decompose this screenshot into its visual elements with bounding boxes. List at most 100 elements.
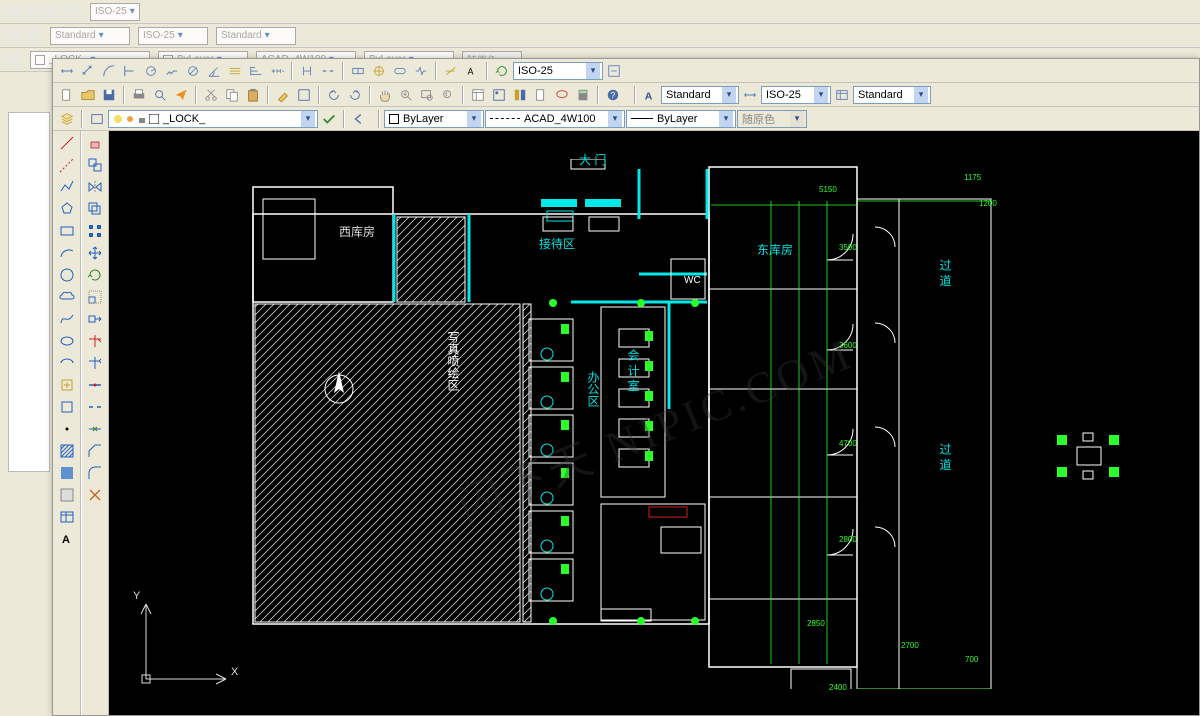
- insert-block-button[interactable]: [57, 375, 77, 395]
- chevron-down-icon[interactable]: ▾: [608, 111, 622, 127]
- dim-continue-button[interactable]: [267, 61, 287, 81]
- pan-button[interactable]: [375, 85, 395, 105]
- properties-button[interactable]: [468, 85, 488, 105]
- design-center-button[interactable]: [489, 85, 509, 105]
- dim-text-edit-button[interactable]: A: [462, 61, 482, 81]
- dim-ordinate-button[interactable]: [120, 61, 140, 81]
- explode-button[interactable]: [85, 485, 105, 505]
- dim-linear-button[interactable]: [57, 61, 77, 81]
- dim-style-dropdown-2[interactable]: ISO-25 ▾: [761, 86, 831, 104]
- spline-button[interactable]: [57, 309, 77, 329]
- polyline-button[interactable]: [57, 177, 77, 197]
- tool-palettes-button[interactable]: [510, 85, 530, 105]
- chevron-down-icon[interactable]: ▾: [467, 111, 481, 127]
- dim-baseline-button[interactable]: [246, 61, 266, 81]
- ellipse-arc-button[interactable]: [57, 353, 77, 373]
- hatch-button[interactable]: [57, 441, 77, 461]
- jogged-linear-button[interactable]: [411, 61, 431, 81]
- chevron-down-icon[interactable]: ▾: [719, 111, 733, 127]
- dim-aligned-button[interactable]: [78, 61, 98, 81]
- layer-manager-button[interactable]: [57, 109, 77, 129]
- dim-icon[interactable]: [740, 85, 760, 105]
- chamfer-button[interactable]: [85, 441, 105, 461]
- mtext-button[interactable]: A: [57, 529, 77, 549]
- table-style-button[interactable]: [832, 85, 852, 105]
- paste-button[interactable]: [243, 85, 263, 105]
- rectangle-button[interactable]: [57, 221, 77, 241]
- ellipse-button[interactable]: [57, 331, 77, 351]
- region-button[interactable]: [57, 485, 77, 505]
- join-button[interactable]: [85, 419, 105, 439]
- zoom-realtime-button[interactable]: [396, 85, 416, 105]
- make-current-button[interactable]: [319, 109, 339, 129]
- plotstyle-dropdown[interactable]: 随原色 ▾: [737, 110, 807, 128]
- linetype-dropdown[interactable]: ACAD_4W100 ▾: [485, 110, 625, 128]
- chevron-down-icon[interactable]: ▾: [586, 63, 600, 79]
- rotate-button[interactable]: [85, 265, 105, 285]
- copy-object-button[interactable]: [85, 155, 105, 175]
- arc-button[interactable]: [57, 243, 77, 263]
- publish-button[interactable]: [171, 85, 191, 105]
- erase-button[interactable]: [85, 133, 105, 153]
- zoom-previous-button[interactable]: [438, 85, 458, 105]
- stretch-button[interactable]: [85, 309, 105, 329]
- line-button[interactable]: [57, 133, 77, 153]
- polygon-button[interactable]: [57, 199, 77, 219]
- dim-space-button[interactable]: [297, 61, 317, 81]
- layer-dropdown[interactable]: _LOCK_ ▾: [108, 110, 318, 128]
- block-editor-button[interactable]: [294, 85, 314, 105]
- move-button[interactable]: [85, 243, 105, 263]
- table-button[interactable]: [57, 507, 77, 527]
- dim-style-dropdown[interactable]: ISO-25 ▾: [513, 62, 603, 80]
- drawing-canvas[interactable]: 接待区 西库房 大 门 东库房 WC 写真喷绘区 办公区 会 计 室 过 道 过…: [109, 131, 1199, 715]
- cut-button[interactable]: [201, 85, 221, 105]
- dim-jogged-button[interactable]: [162, 61, 182, 81]
- dim-diameter-button[interactable]: [183, 61, 203, 81]
- trim-button[interactable]: [85, 331, 105, 351]
- text-style-button[interactable]: A: [640, 85, 660, 105]
- dim-radius-button[interactable]: [141, 61, 161, 81]
- mirror-button[interactable]: [85, 177, 105, 197]
- lineweight-dropdown[interactable]: ByLayer ▾: [626, 110, 736, 128]
- point-button[interactable]: [57, 419, 77, 439]
- plot-button[interactable]: [129, 85, 149, 105]
- dim-update-button[interactable]: [492, 61, 512, 81]
- open-button[interactable]: [78, 85, 98, 105]
- xline-button[interactable]: [57, 155, 77, 175]
- table-style-dropdown[interactable]: Standard ▾: [853, 86, 931, 104]
- make-block-button[interactable]: [57, 397, 77, 417]
- fillet-button[interactable]: [85, 463, 105, 483]
- layer-previous-button[interactable]: [349, 109, 369, 129]
- redo-button[interactable]: [345, 85, 365, 105]
- copy-button[interactable]: [222, 85, 242, 105]
- center-mark-button[interactable]: [369, 61, 389, 81]
- undo-button[interactable]: [324, 85, 344, 105]
- extend-button[interactable]: [85, 353, 105, 373]
- inspection-button[interactable]: [390, 61, 410, 81]
- chevron-down-icon[interactable]: ▾: [722, 87, 736, 103]
- circle-button[interactable]: [57, 265, 77, 285]
- dim-break-button[interactable]: [318, 61, 338, 81]
- text-style-dropdown[interactable]: Standard ▾: [661, 86, 739, 104]
- tolerance-button[interactable]: [348, 61, 368, 81]
- zoom-window-button[interactable]: [417, 85, 437, 105]
- help-button[interactable]: ?: [603, 85, 623, 105]
- break-button[interactable]: [85, 397, 105, 417]
- color-dropdown[interactable]: ByLayer ▾: [384, 110, 484, 128]
- scale-button[interactable]: [85, 287, 105, 307]
- dim-arc-button[interactable]: [99, 61, 119, 81]
- offset-button[interactable]: [85, 199, 105, 219]
- break-at-point-button[interactable]: [85, 375, 105, 395]
- quickcalc-button[interactable]: [573, 85, 593, 105]
- gradient-button[interactable]: [57, 463, 77, 483]
- dim-angular-button[interactable]: [204, 61, 224, 81]
- layer-states-button[interactable]: [87, 109, 107, 129]
- match-prop-button[interactable]: [273, 85, 293, 105]
- dim-quick-button[interactable]: [225, 61, 245, 81]
- revcloud-button[interactable]: [57, 287, 77, 307]
- sheet-set-button[interactable]: [531, 85, 551, 105]
- chevron-down-icon[interactable]: ▾: [301, 111, 315, 127]
- markup-button[interactable]: [552, 85, 572, 105]
- dim-style-manager-button[interactable]: [604, 61, 624, 81]
- chevron-down-icon[interactable]: ▾: [814, 87, 828, 103]
